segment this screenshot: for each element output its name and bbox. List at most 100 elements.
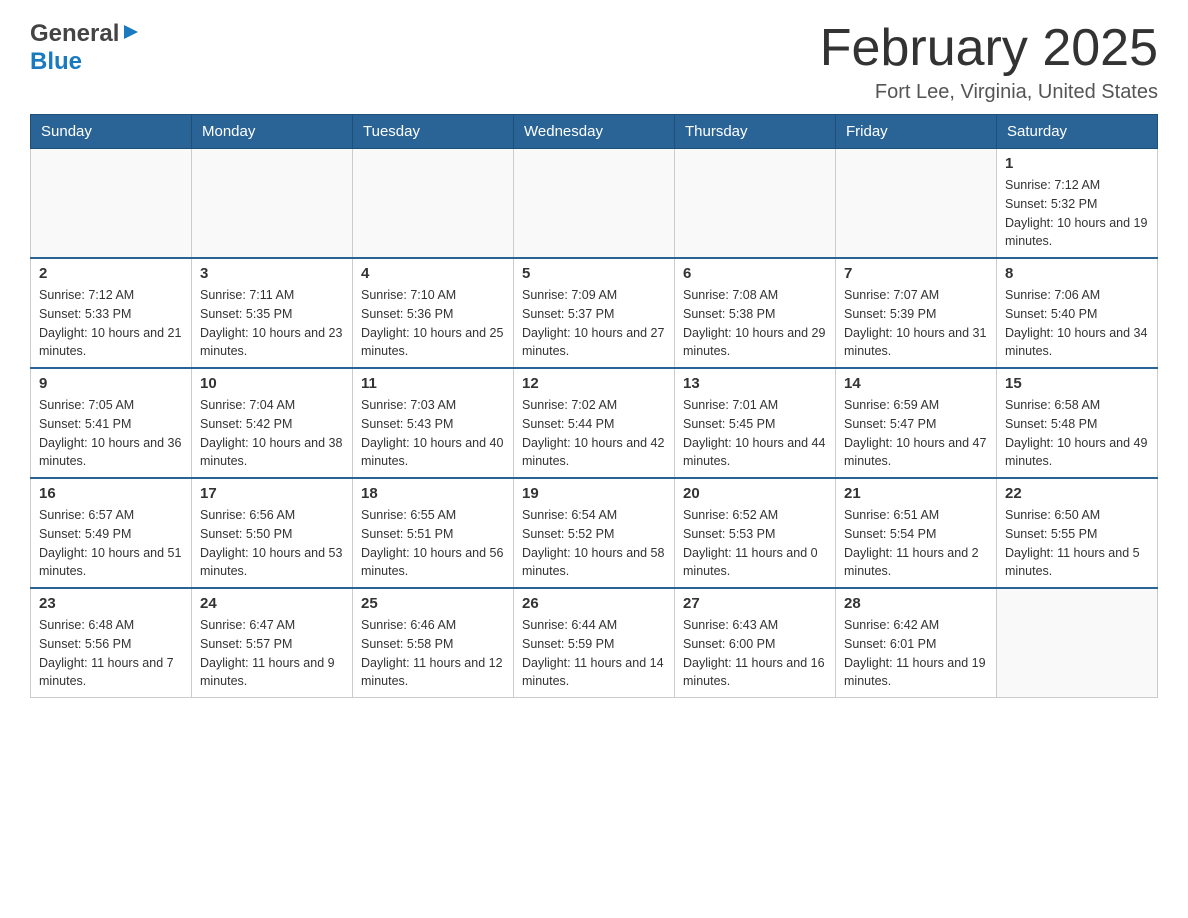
calendar-week-row: 23 Sunrise: 6:48 AMSunset: 5:56 PMDayligh…	[31, 588, 1158, 698]
location-subtitle: Fort Lee, Virginia, United States	[820, 81, 1158, 104]
calendar-week-row: 2 Sunrise: 7:12 AMSunset: 5:33 PMDaylight…	[31, 258, 1158, 368]
table-row: 10 Sunrise: 7:04 AMSunset: 5:42 PMDayligh…	[192, 368, 353, 478]
day-info: Sunrise: 7:10 AMSunset: 5:36 PMDaylight:…	[361, 286, 505, 361]
day-number: 4	[361, 265, 505, 282]
day-number: 19	[522, 485, 666, 502]
table-row: 28 Sunrise: 6:42 AMSunset: 6:01 PMDayligh…	[836, 588, 997, 698]
table-row	[997, 588, 1158, 698]
day-info: Sunrise: 6:48 AMSunset: 5:56 PMDaylight:…	[39, 616, 183, 691]
day-number: 5	[522, 265, 666, 282]
logo-general-text: General	[30, 20, 119, 48]
month-year-title: February 2025	[820, 20, 1158, 77]
table-row: 9Sunrise: 7:05 AMSunset: 5:41 PMDaylight…	[31, 368, 192, 478]
table-row: 25 Sunrise: 6:46 AMSunset: 5:58 PMDayligh…	[353, 588, 514, 698]
day-number: 27	[683, 595, 827, 612]
table-row: 2 Sunrise: 7:12 AMSunset: 5:33 PMDaylight…	[31, 258, 192, 368]
calendar-table: Sunday Monday Tuesday Wednesday Thursday…	[30, 114, 1158, 698]
table-row: 27Sunrise: 6:43 AMSunset: 6:00 PMDayligh…	[675, 588, 836, 698]
calendar-week-row: 9Sunrise: 7:05 AMSunset: 5:41 PMDaylight…	[31, 368, 1158, 478]
day-info: Sunrise: 6:59 AMSunset: 5:47 PMDaylight:…	[844, 396, 988, 471]
day-info: Sunrise: 7:02 AMSunset: 5:44 PMDaylight:…	[522, 396, 666, 471]
logo-blue-text: Blue	[30, 48, 82, 75]
header-sunday: Sunday	[31, 115, 192, 149]
day-info: Sunrise: 6:46 AMSunset: 5:58 PMDaylight:…	[361, 616, 505, 691]
day-info: Sunrise: 6:54 AMSunset: 5:52 PMDaylight:…	[522, 506, 666, 581]
table-row	[353, 149, 514, 259]
day-info: Sunrise: 7:04 AMSunset: 5:42 PMDaylight:…	[200, 396, 344, 471]
day-number: 9	[39, 375, 183, 392]
logo-arrow-icon	[122, 23, 140, 46]
table-row: 13 Sunrise: 7:01 AMSunset: 5:45 PMDayligh…	[675, 368, 836, 478]
table-row	[192, 149, 353, 259]
table-row: 7 Sunrise: 7:07 AMSunset: 5:39 PMDaylight…	[836, 258, 997, 368]
day-info: Sunrise: 7:03 AMSunset: 5:43 PMDaylight:…	[361, 396, 505, 471]
table-row: 6Sunrise: 7:08 AMSunset: 5:38 PMDaylight…	[675, 258, 836, 368]
table-row: 16 Sunrise: 6:57 AMSunset: 5:49 PMDayligh…	[31, 478, 192, 588]
day-info: Sunrise: 7:09 AMSunset: 5:37 PMDaylight:…	[522, 286, 666, 361]
day-info: Sunrise: 7:11 AMSunset: 5:35 PMDaylight:…	[200, 286, 344, 361]
table-row	[514, 149, 675, 259]
header-thursday: Thursday	[675, 115, 836, 149]
day-info: Sunrise: 6:47 AMSunset: 5:57 PMDaylight:…	[200, 616, 344, 691]
day-number: 17	[200, 485, 344, 502]
table-row: 3 Sunrise: 7:11 AMSunset: 5:35 PMDaylight…	[192, 258, 353, 368]
day-info: Sunrise: 7:01 AMSunset: 5:45 PMDaylight:…	[683, 396, 827, 471]
header-monday: Monday	[192, 115, 353, 149]
day-info: Sunrise: 6:50 AMSunset: 5:55 PMDaylight:…	[1005, 506, 1149, 581]
day-number: 13	[683, 375, 827, 392]
table-row: 19 Sunrise: 6:54 AMSunset: 5:52 PMDayligh…	[514, 478, 675, 588]
logo: General Blue	[30, 20, 140, 76]
day-info: Sunrise: 6:57 AMSunset: 5:49 PMDaylight:…	[39, 506, 183, 581]
day-number: 18	[361, 485, 505, 502]
table-row: 22Sunrise: 6:50 AMSunset: 5:55 PMDayligh…	[997, 478, 1158, 588]
table-row: 11 Sunrise: 7:03 AMSunset: 5:43 PMDayligh…	[353, 368, 514, 478]
table-row: 12 Sunrise: 7:02 AMSunset: 5:44 PMDayligh…	[514, 368, 675, 478]
day-number: 11	[361, 375, 505, 392]
day-info: Sunrise: 6:44 AMSunset: 5:59 PMDaylight:…	[522, 616, 666, 691]
calendar-week-row: 1Sunrise: 7:12 AMSunset: 5:32 PMDaylight…	[31, 149, 1158, 259]
table-row	[675, 149, 836, 259]
day-number: 15	[1005, 375, 1149, 392]
table-row: 26 Sunrise: 6:44 AMSunset: 5:59 PMDayligh…	[514, 588, 675, 698]
day-info: Sunrise: 7:12 AMSunset: 5:32 PMDaylight:…	[1005, 176, 1149, 251]
day-number: 28	[844, 595, 988, 612]
day-info: Sunrise: 7:07 AMSunset: 5:39 PMDaylight:…	[844, 286, 988, 361]
table-row: 24Sunrise: 6:47 AMSunset: 5:57 PMDayligh…	[192, 588, 353, 698]
header-friday: Friday	[836, 115, 997, 149]
day-number: 26	[522, 595, 666, 612]
day-number: 16	[39, 485, 183, 502]
table-row: 20Sunrise: 6:52 AMSunset: 5:53 PMDayligh…	[675, 478, 836, 588]
day-info: Sunrise: 7:08 AMSunset: 5:38 PMDaylight:…	[683, 286, 827, 361]
day-number: 7	[844, 265, 988, 282]
day-number: 8	[1005, 265, 1149, 282]
table-row: 1Sunrise: 7:12 AMSunset: 5:32 PMDaylight…	[997, 149, 1158, 259]
calendar-header-row: Sunday Monday Tuesday Wednesday Thursday…	[31, 115, 1158, 149]
table-row: 14Sunrise: 6:59 AMSunset: 5:47 PMDayligh…	[836, 368, 997, 478]
table-row: 4 Sunrise: 7:10 AMSunset: 5:36 PMDaylight…	[353, 258, 514, 368]
table-row: 17Sunrise: 6:56 AMSunset: 5:50 PMDayligh…	[192, 478, 353, 588]
table-row	[31, 149, 192, 259]
day-number: 10	[200, 375, 344, 392]
day-number: 21	[844, 485, 988, 502]
header-tuesday: Tuesday	[353, 115, 514, 149]
day-info: Sunrise: 7:06 AMSunset: 5:40 PMDaylight:…	[1005, 286, 1149, 361]
day-number: 23	[39, 595, 183, 612]
table-row: 18 Sunrise: 6:55 AMSunset: 5:51 PMDayligh…	[353, 478, 514, 588]
table-row: 8 Sunrise: 7:06 AMSunset: 5:40 PMDaylight…	[997, 258, 1158, 368]
day-info: Sunrise: 6:42 AMSunset: 6:01 PMDaylight:…	[844, 616, 988, 691]
table-row: 15Sunrise: 6:58 AMSunset: 5:48 PMDayligh…	[997, 368, 1158, 478]
day-info: Sunrise: 7:12 AMSunset: 5:33 PMDaylight:…	[39, 286, 183, 361]
day-number: 2	[39, 265, 183, 282]
day-number: 12	[522, 375, 666, 392]
day-number: 25	[361, 595, 505, 612]
table-row: 5 Sunrise: 7:09 AMSunset: 5:37 PMDaylight…	[514, 258, 675, 368]
day-info: Sunrise: 6:55 AMSunset: 5:51 PMDaylight:…	[361, 506, 505, 581]
table-row	[836, 149, 997, 259]
title-block: February 2025 Fort Lee, Virginia, United…	[820, 20, 1158, 104]
header-wednesday: Wednesday	[514, 115, 675, 149]
table-row: 21 Sunrise: 6:51 AMSunset: 5:54 PMDayligh…	[836, 478, 997, 588]
day-number: 3	[200, 265, 344, 282]
table-row: 23 Sunrise: 6:48 AMSunset: 5:56 PMDayligh…	[31, 588, 192, 698]
day-info: Sunrise: 6:51 AMSunset: 5:54 PMDaylight:…	[844, 506, 988, 581]
calendar-week-row: 16 Sunrise: 6:57 AMSunset: 5:49 PMDayligh…	[31, 478, 1158, 588]
